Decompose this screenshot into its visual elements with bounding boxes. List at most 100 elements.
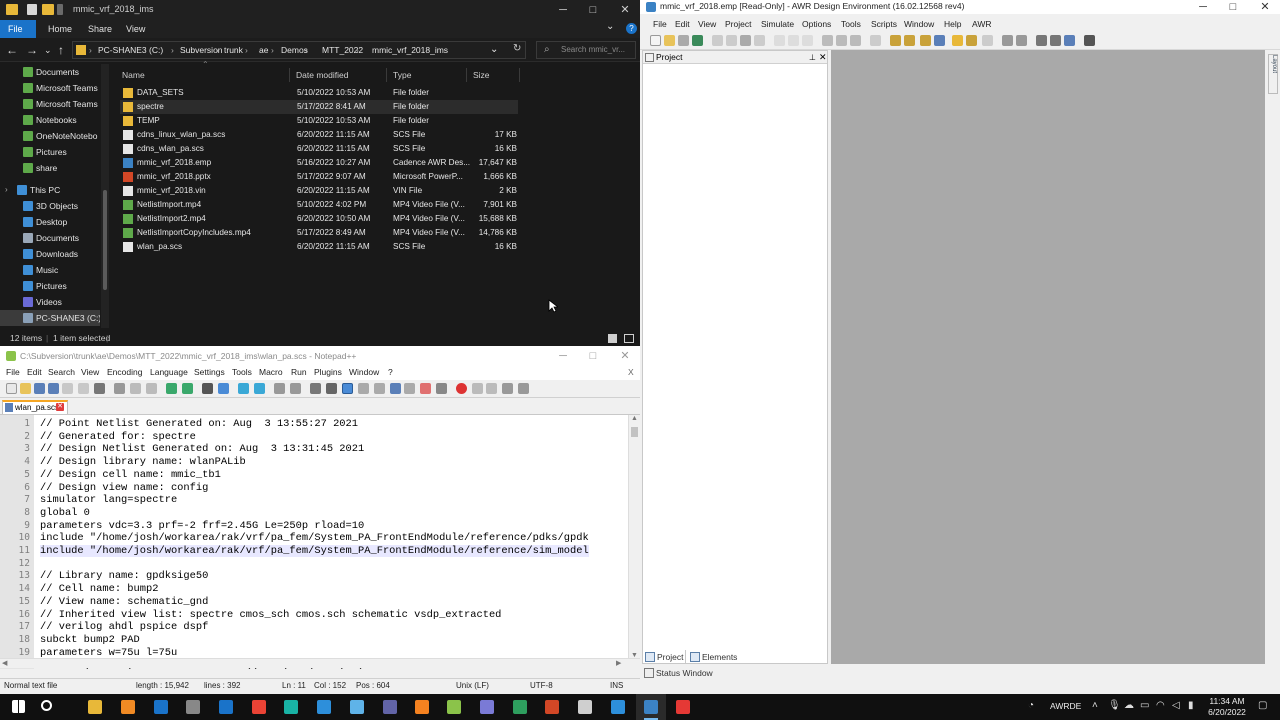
save-project-icon[interactable]: [678, 35, 689, 46]
add-graph-icon[interactable]: [934, 35, 945, 46]
file-row[interactable]: wlan_pa.scs 6/20/2022 11:15 AM SCS File 16 …: [120, 240, 518, 254]
record-macro-icon[interactable]: [456, 383, 467, 394]
address-dropdown-chevron-icon[interactable]: ⌄: [490, 44, 498, 55]
taskbar-notepadpp-button[interactable]: [439, 694, 469, 720]
sync-horizontal-icon[interactable]: [290, 383, 301, 394]
new-folder-icon[interactable]: [42, 4, 54, 15]
nav-item-share[interactable]: share: [0, 160, 100, 176]
replace-icon[interactable]: [218, 383, 229, 394]
quick-access-toolbar-dropdown-icon[interactable]: [57, 4, 63, 15]
save-macro-icon[interactable]: [518, 383, 529, 394]
file-row[interactable]: mmic_vrf_2018.vin 6/20/2022 11:15 AM VIN F…: [120, 184, 518, 198]
close-all-icon[interactable]: [78, 383, 89, 394]
stop-macro-icon[interactable]: [472, 383, 483, 394]
close-button[interactable]: ✕: [1250, 0, 1280, 17]
status-window-tab[interactable]: Status Window: [642, 666, 742, 680]
view-all-icon[interactable]: [870, 35, 881, 46]
optimize-icon[interactable]: [982, 35, 993, 46]
new-project-icon[interactable]: [650, 35, 661, 46]
wifi-icon[interactable]: ◠: [1156, 700, 1165, 711]
menu-help[interactable]: Help: [944, 19, 961, 29]
nav-item-documents-pc[interactable]: Documents: [0, 230, 100, 246]
maximize-button[interactable]: □: [578, 0, 608, 20]
column-header-type[interactable]: Type: [387, 68, 467, 82]
taskbar-app-green-button[interactable]: [505, 694, 535, 720]
microphone-icon[interactable]: 🎙: [1108, 700, 1121, 711]
taskbar-awr-button[interactable]: [636, 694, 666, 720]
taskbar-app-screen-button[interactable]: [570, 694, 600, 720]
scroll-up-arrow-icon[interactable]: ▲: [631, 415, 638, 422]
menu-edit[interactable]: Edit: [27, 367, 42, 377]
menu-edit[interactable]: Edit: [675, 19, 690, 29]
breadcrumb-item[interactable]: mmic_vrf_2018_ims: [372, 45, 448, 55]
zoom-in-icon[interactable]: [238, 383, 249, 394]
clock[interactable]: 11:34 AM 6/20/2022: [1204, 696, 1250, 718]
forward-arrow-icon[interactable]: →: [26, 43, 38, 57]
function-list-icon[interactable]: [390, 383, 401, 394]
show-hidden-icons-chevron-icon[interactable]: ˄: [1092, 700, 1098, 711]
file-row[interactable]: cdns_wlan_pa.scs 6/20/2022 11:15 AM SCS Fi…: [120, 142, 518, 156]
analyze-icon[interactable]: [952, 35, 963, 46]
close-tab-icon[interactable]: ✕: [56, 403, 64, 411]
menu-encoding[interactable]: Encoding: [107, 367, 142, 377]
minimize-button[interactable]: ─: [1188, 0, 1218, 17]
new-file-icon[interactable]: [6, 383, 17, 394]
nav-item-downloads[interactable]: Downloads: [0, 246, 100, 262]
nav-item-onenote-notebooks[interactable]: OneNoteNotebo: [0, 128, 100, 144]
find-icon[interactable]: [202, 383, 213, 394]
tab-file[interactable]: File: [0, 20, 36, 38]
file-row[interactable]: NetlistImport.mp4 5/10/2022 4:02 PM MP4 Vi…: [120, 198, 518, 212]
tab-elements[interactable]: Elements: [688, 650, 748, 664]
onedrive-cloud-icon[interactable]: ☁: [1124, 700, 1134, 711]
menu-simulate[interactable]: Simulate: [761, 19, 794, 29]
vertical-scrollbar[interactable]: ▲ ▼: [628, 415, 640, 659]
show-all-characters-icon[interactable]: [326, 383, 337, 394]
taskbar-edge-like-button[interactable]: [211, 694, 241, 720]
notifications-icon[interactable]: ▢: [1258, 700, 1267, 711]
taskbar-powerpoint-button[interactable]: [537, 694, 567, 720]
zoom-out-icon[interactable]: [836, 35, 847, 46]
file-row[interactable]: cdns_linux_wlan_pa.scs 6/20/2022 11:15 AM…: [120, 128, 518, 142]
rotate-icon[interactable]: [802, 35, 813, 46]
taskbar-app-teal-button[interactable]: [276, 694, 306, 720]
zoom-area-icon[interactable]: [850, 35, 861, 46]
3d-view-icon[interactable]: [1016, 35, 1027, 46]
word-wrap-icon[interactable]: [310, 383, 321, 394]
paste-icon[interactable]: [740, 35, 751, 46]
chevron-down-icon[interactable]: ⌄: [606, 21, 614, 32]
refresh-icon[interactable]: ↻: [513, 43, 521, 54]
menu-search[interactable]: Search: [48, 367, 75, 377]
add-layout-icon[interactable]: [904, 35, 915, 46]
pin-icon[interactable]: ⊥: [809, 51, 816, 64]
measure-icon[interactable]: [1064, 35, 1075, 46]
zoom-in-icon[interactable]: [822, 35, 833, 46]
menu-project[interactable]: Project: [725, 19, 751, 29]
nav-item-local-disk[interactable]: PC-SHANE3 (C:): [0, 310, 100, 326]
nav-item-music[interactable]: Music: [0, 262, 100, 278]
redo-icon[interactable]: [182, 383, 193, 394]
indent-guide-icon[interactable]: [342, 383, 353, 394]
nav-item-3d-objects[interactable]: 3D Objects: [0, 198, 100, 214]
file-row[interactable]: TEMP 5/10/2022 10:53 AM File folder: [120, 114, 518, 128]
folder-workspace-icon[interactable]: [404, 383, 415, 394]
open-file-icon[interactable]: [20, 383, 31, 394]
close-button[interactable]: ✕: [610, 346, 640, 366]
breadcrumb-item[interactable]: trunk: [224, 45, 243, 55]
undo-icon[interactable]: [166, 383, 177, 394]
file-row[interactable]: spectre 5/17/2022 8:41 AM File folder: [120, 100, 518, 114]
column-header-size[interactable]: Size: [467, 68, 520, 82]
nav-item-documents[interactable]: Documents: [0, 64, 100, 80]
scrollbar-thumb[interactable]: [631, 427, 638, 437]
file-row[interactable]: DATA_SETS 5/10/2022 10:53 AM File folder: [120, 86, 518, 100]
save-icon[interactable]: [34, 383, 45, 394]
taskbar-chrome-button[interactable]: [244, 694, 274, 720]
eye-icon[interactable]: [436, 383, 447, 394]
save-all-icon[interactable]: [692, 35, 703, 46]
print-icon[interactable]: [94, 383, 105, 394]
redo-icon[interactable]: [788, 35, 799, 46]
details-view-icon[interactable]: [608, 334, 617, 343]
tab-view[interactable]: View: [118, 20, 153, 38]
menu-view[interactable]: View: [698, 19, 716, 29]
taskbar-sublime-button[interactable]: [407, 694, 437, 720]
tab-home[interactable]: Home: [40, 20, 80, 38]
